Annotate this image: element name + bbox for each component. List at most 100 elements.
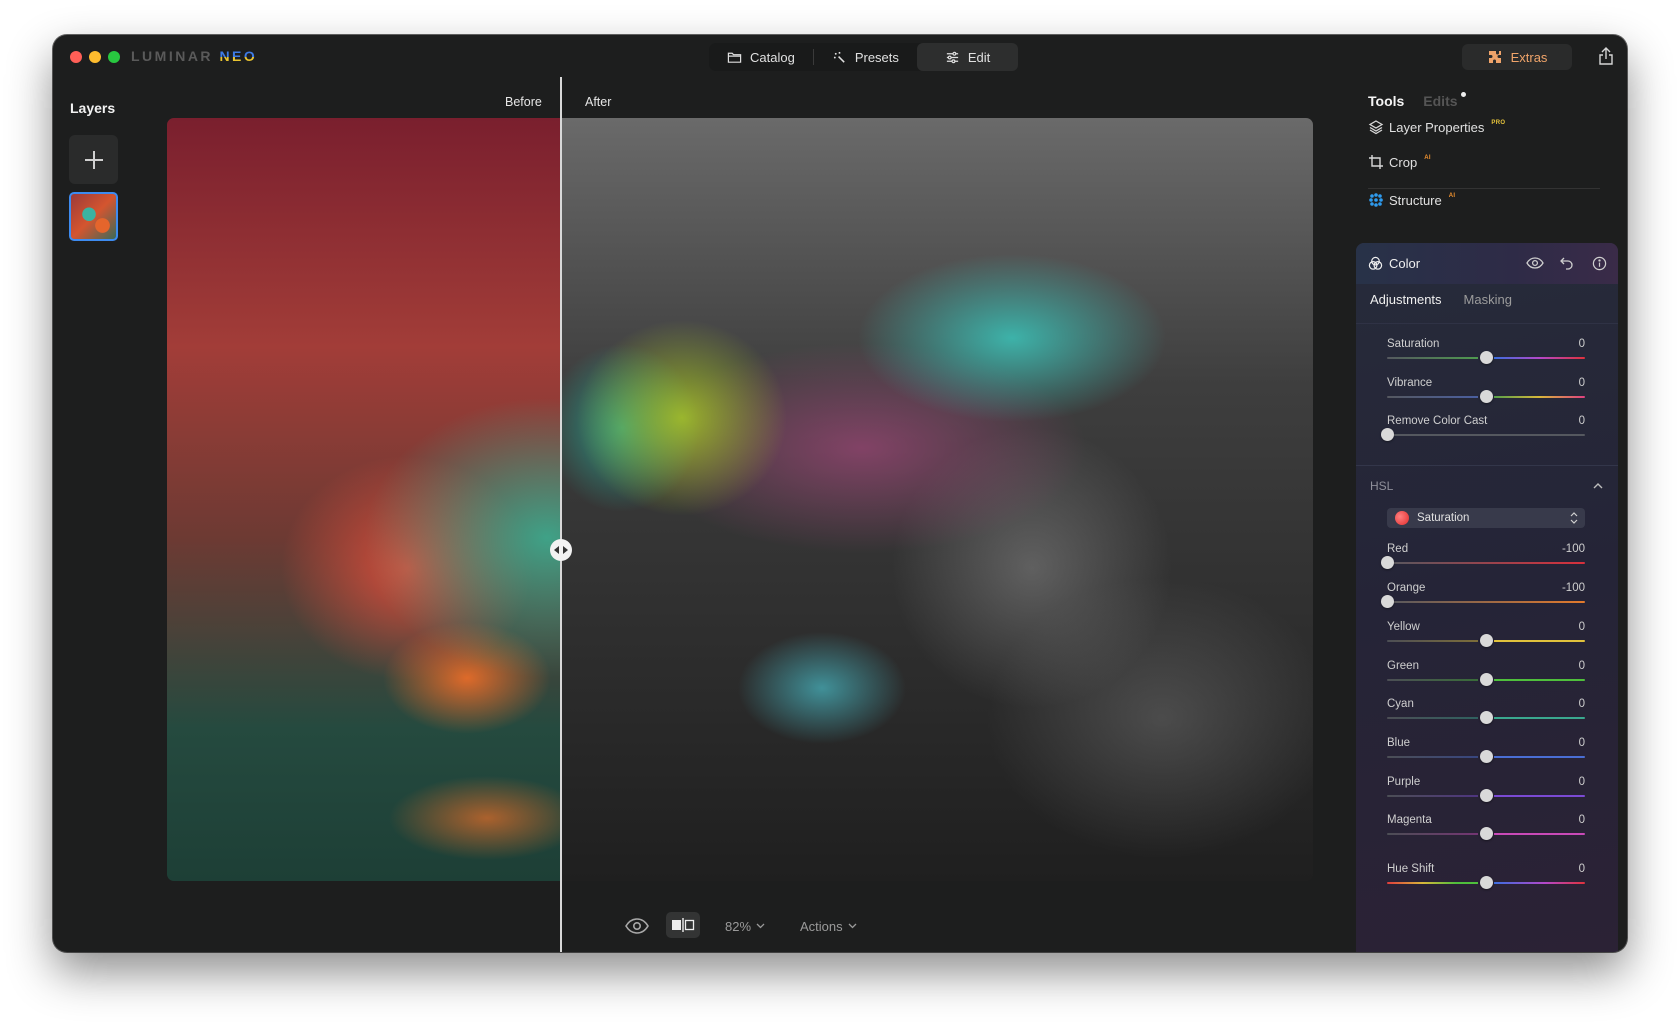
color-swatch (1395, 511, 1409, 525)
chevron-down-icon (848, 923, 857, 929)
zoom-dropdown[interactable]: 82% (725, 912, 765, 940)
sliders-icon (946, 51, 959, 63)
compare-split-line[interactable] (560, 77, 562, 952)
add-layer-button[interactable] (69, 135, 118, 184)
image-canvas[interactable] (167, 118, 1313, 881)
preview-toggle-button[interactable] (625, 912, 651, 940)
mode-switcher: Catalog Presets Edit (709, 43, 1019, 71)
slider-thumb[interactable] (1480, 876, 1493, 889)
eye-icon (1526, 257, 1544, 269)
tab-adjustments[interactable]: Adjustments (1370, 292, 1442, 307)
chevron-up-icon[interactable] (1592, 480, 1604, 492)
layers-title: Layers (70, 100, 116, 116)
tool-crop[interactable]: Crop AI (1368, 154, 1431, 170)
slider-value: 0 (1578, 415, 1585, 427)
slider-track[interactable] (1387, 601, 1585, 603)
hsl-section-title: HSL (1370, 479, 1394, 493)
slider-value: 0 (1578, 621, 1585, 633)
toggle-visibility-button[interactable] (1526, 254, 1544, 272)
ai-badge: AI (1424, 155, 1431, 161)
slider-red[interactable]: Red -100 (1381, 543, 1585, 573)
compare-split-handle[interactable] (550, 539, 572, 561)
slider-cyan[interactable]: Cyan 0 (1387, 698, 1585, 728)
slider-thumb[interactable] (1480, 390, 1493, 403)
mode-presets[interactable]: Presets (814, 43, 917, 71)
slider-vibrance[interactable]: Vibrance 0 (1387, 377, 1585, 407)
sparkle-wand-icon (833, 51, 845, 63)
tool-structure[interactable]: Structure AI (1368, 192, 1455, 208)
slider-label: Orange (1387, 582, 1426, 594)
slider-value: 0 (1578, 377, 1585, 389)
slider-thumb[interactable] (1480, 634, 1493, 647)
structure-dots-icon (1369, 193, 1383, 207)
slider-green[interactable]: Green 0 (1387, 660, 1585, 690)
slider-thumb[interactable] (1381, 595, 1394, 608)
split-compare-icon (672, 918, 695, 932)
slider-saturation[interactable]: Saturation 0 (1387, 338, 1585, 368)
color-panel-header[interactable]: Color (1356, 243, 1618, 284)
puzzle-icon (1488, 51, 1501, 63)
compare-view-button[interactable] (666, 912, 700, 938)
slider-purple[interactable]: Purple 0 (1387, 776, 1585, 806)
tab-edits[interactable]: Edits (1423, 92, 1466, 109)
hsl-mode-select[interactable]: Saturation (1387, 508, 1585, 528)
slider-label: Magenta (1387, 814, 1432, 826)
window-controls (70, 51, 120, 63)
slider-value: 0 (1578, 737, 1585, 749)
extras-button[interactable]: Extras (1462, 44, 1572, 70)
slider-hue-shift[interactable]: Hue Shift 0 (1387, 863, 1585, 893)
hsl-divider (1356, 465, 1618, 466)
color-tool-panel: Color Adjustments Masking Saturation 0 Vib… (1356, 243, 1618, 952)
slider-value: -100 (1561, 582, 1585, 594)
mode-catalog[interactable]: Catalog (709, 43, 813, 71)
folder-icon (727, 52, 742, 63)
share-button[interactable] (1597, 46, 1617, 68)
close-window-button[interactable] (70, 51, 82, 63)
slider-thumb[interactable] (1381, 556, 1394, 569)
slider-value: 0 (1578, 863, 1585, 875)
plus-icon (84, 150, 103, 169)
slider-label: Blue (1387, 737, 1411, 749)
minimize-window-button[interactable] (89, 51, 101, 63)
chevron-down-icon (756, 923, 765, 929)
share-icon (1599, 47, 1613, 65)
maximize-window-button[interactable] (108, 51, 120, 63)
before-label: Before (505, 95, 542, 109)
ai-badge: AI (1448, 193, 1456, 199)
crop-icon (1369, 155, 1383, 169)
slider-yellow[interactable]: Yellow 0 (1387, 621, 1585, 651)
slider-thumb[interactable] (1480, 711, 1493, 724)
info-button[interactable] (1590, 254, 1608, 272)
color-panel-title: Color (1389, 256, 1421, 271)
slider-thumb[interactable] (1480, 827, 1493, 840)
arrows-left-right-icon (554, 546, 568, 554)
slider-remove-color-cast[interactable]: Remove Color Cast 0 (1381, 415, 1585, 445)
slider-label: Cyan (1387, 698, 1414, 710)
up-down-chevron-icon (1570, 512, 1578, 524)
slider-label: Green (1387, 660, 1419, 672)
layers-icon (1368, 120, 1384, 135)
slider-thumb[interactable] (1381, 428, 1394, 441)
tool-layer-properties[interactable]: Layer Properties PRO (1368, 119, 1505, 135)
info-icon (1592, 256, 1606, 270)
slider-value: 0 (1578, 776, 1585, 788)
slider-magenta[interactable]: Magenta 0 (1387, 814, 1585, 844)
pro-badge: PRO (1491, 120, 1506, 126)
slider-orange[interactable]: Orange -100 (1381, 582, 1585, 612)
color-panel-tabs: Adjustments Masking (1370, 292, 1512, 307)
slider-thumb[interactable] (1480, 789, 1493, 802)
slider-thumb[interactable] (1480, 351, 1493, 364)
slider-label: Remove Color Cast (1387, 415, 1488, 427)
actions-dropdown[interactable]: Actions (800, 912, 857, 940)
tab-masking[interactable]: Masking (1464, 292, 1512, 307)
tab-tools[interactable]: Tools (1368, 93, 1404, 109)
slider-thumb[interactable] (1480, 750, 1493, 763)
reset-button[interactable] (1558, 254, 1576, 272)
mode-edit[interactable]: Edit (916, 43, 1019, 71)
slider-thumb[interactable] (1480, 673, 1493, 686)
slider-track[interactable] (1387, 434, 1585, 436)
layer-thumbnail[interactable] (69, 192, 118, 241)
slider-track[interactable] (1387, 562, 1585, 564)
slider-blue[interactable]: Blue 0 (1387, 737, 1585, 767)
slider-value: 0 (1578, 338, 1585, 350)
